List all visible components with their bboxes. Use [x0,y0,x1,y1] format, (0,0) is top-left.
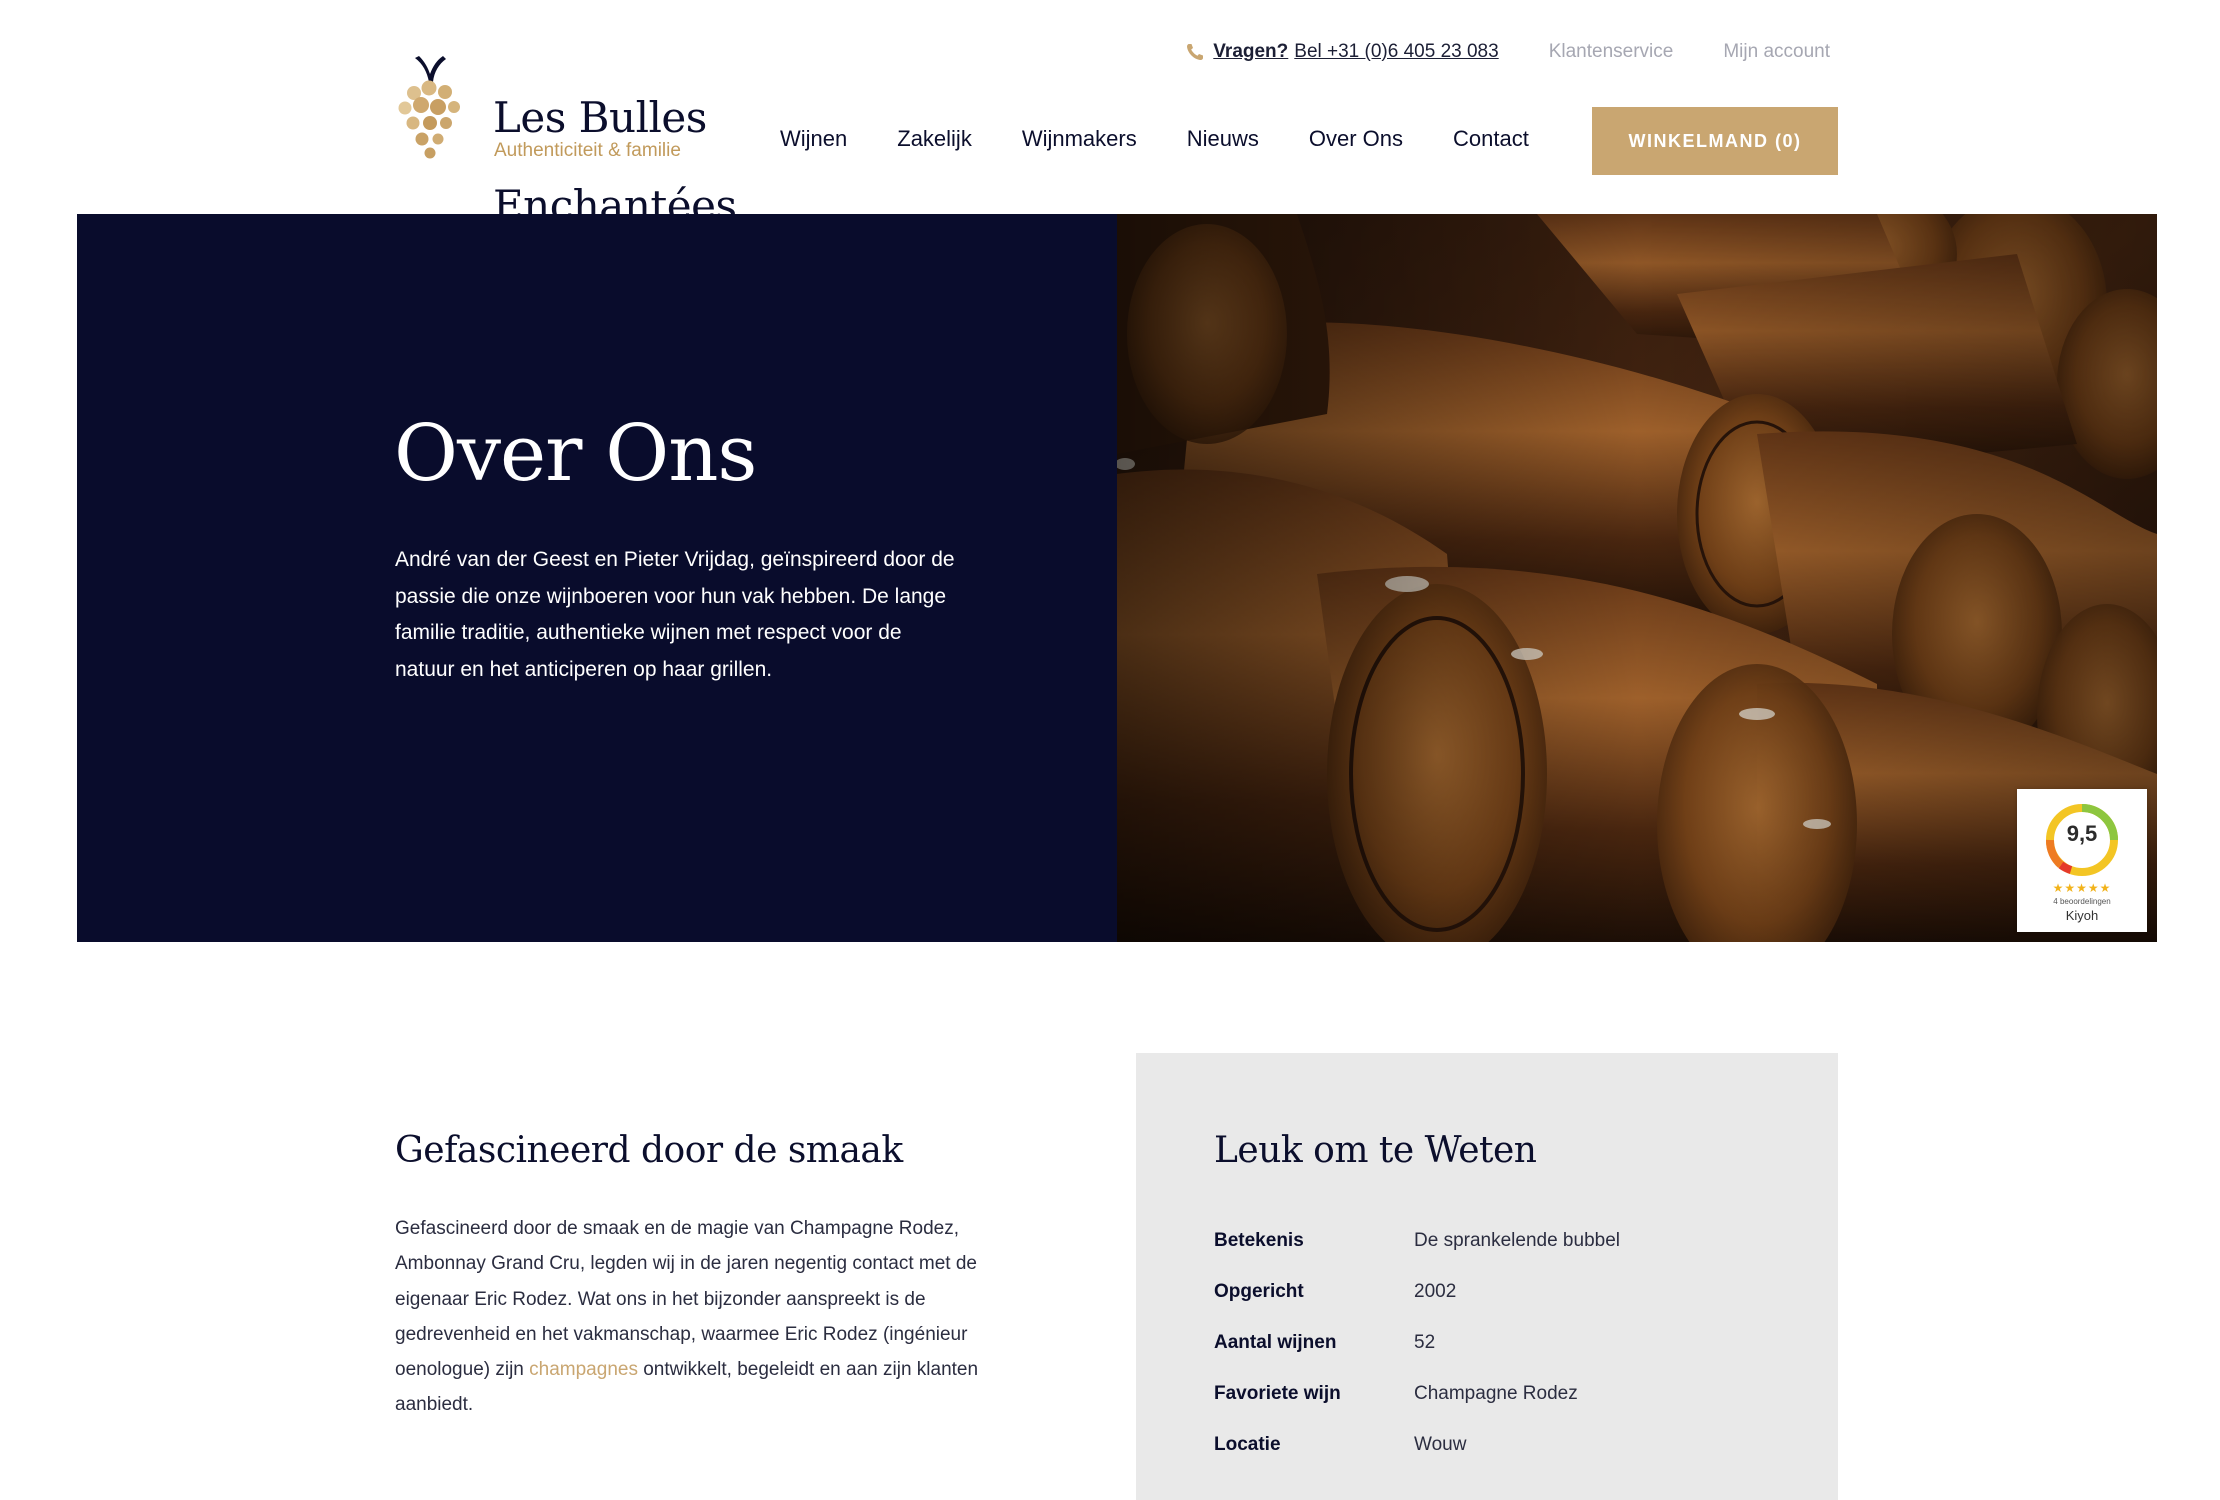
kiyoh-rating-widget[interactable]: 9,5 ★★★★★ 4 beoordelingen Kiyoh [2017,789,2147,932]
cart-button[interactable]: WINKELMAND (0) [1592,107,1838,175]
fact-value: Champagne Rodez [1414,1383,1578,1404]
phone-link[interactable]: Vragen? Bel +31 (0)6 405 23 083 [1185,41,1499,63]
page-title: Over Ons [394,409,757,499]
customer-service-link[interactable]: Klantenservice [1549,41,1674,63]
fact-key: Betekenis [1214,1230,1304,1251]
hero: Over Ons André van der Geest en Pieter V… [77,214,2157,942]
facts-panel: Leuk om te Weten Betekenis De sprankelen… [1136,1053,1838,1500]
phone-number: Bel +31 (0)6 405 23 083 [1294,41,1499,62]
phone-prefix: Vragen? [1213,41,1289,62]
grape-logo-icon [398,56,460,159]
fact-row: Favoriete wijn Champagne Rodez [1214,1383,1578,1405]
about-text: Gefascineerd door de smaak en de magie v… [395,1211,995,1423]
wine-barrels-image [1117,214,2157,942]
nav-item-wijnen[interactable]: Wijnen [780,126,847,152]
fact-value: De sprankelende bubbel [1414,1230,1620,1251]
fact-key: Locatie [1214,1434,1281,1455]
fact-key: Aantal wijnen [1214,1332,1337,1353]
fact-key: Favoriete wijn [1214,1383,1341,1404]
logo-name-line1: Les Bulles [493,93,707,142]
about-title: Gefascineerd door de smaak [395,1130,903,1171]
logo[interactable]: Les Bulles Enchantées Authenticiteit & f… [393,52,737,228]
my-account-link[interactable]: Mijn account [1723,41,1830,63]
rating-count: 4 beoordelingen [2053,897,2111,906]
hero-intro: André van der Geest en Pieter Vrijdag, g… [395,548,955,681]
nav-item-contact[interactable]: Contact [1453,126,1529,152]
about-text-start: Gefascineerd door de smaak en de magie v… [395,1218,977,1381]
nav-item-nieuws[interactable]: Nieuws [1187,126,1259,152]
phone-icon [1187,44,1204,60]
nav-item-wijnmakers[interactable]: Wijnmakers [1022,126,1137,152]
fact-value: Wouw [1414,1434,1467,1455]
fact-row: Aantal wijnen 52 [1214,1332,1435,1354]
main-nav: Wijnen Zakelijk Wijnmakers Nieuws Over O… [780,126,1529,152]
top-bar: Vragen? Bel +31 (0)6 405 23 083 Klantens… [1185,40,1830,64]
about-section: Gefascineerd door de smaak Gefascineerd … [395,1130,995,1423]
champagnes-link[interactable]: champagnes [529,1359,638,1380]
fact-row: Betekenis De sprankelende bubbel [1214,1230,1620,1252]
fact-row: Opgericht 2002 [1214,1281,1456,1303]
logo-tagline: Authenticiteit & familie [494,140,681,161]
hero-text-panel: Over Ons André van der Geest en Pieter V… [77,214,1117,942]
site-header: Les Bulles Enchantées Authenticiteit & f… [0,0,2220,228]
fact-key: Opgericht [1214,1281,1304,1302]
nav-item-zakelijk[interactable]: Zakelijk [897,126,972,152]
rating-stars-icon: ★★★★★ [2052,881,2112,895]
hero-image-panel: 9,5 ★★★★★ 4 beoordelingen Kiyoh [1117,214,2157,942]
rating-brand: Kiyoh [2065,908,2099,923]
nav-item-over-ons[interactable]: Over Ons [1309,126,1403,152]
fact-value: 52 [1414,1332,1436,1353]
facts-title: Leuk om te Weten [1214,1130,1537,1171]
rating-score: 9,5 [2066,821,2098,846]
fact-row: Locatie Wouw [1214,1434,1466,1456]
fact-value: 2002 [1414,1281,1457,1302]
